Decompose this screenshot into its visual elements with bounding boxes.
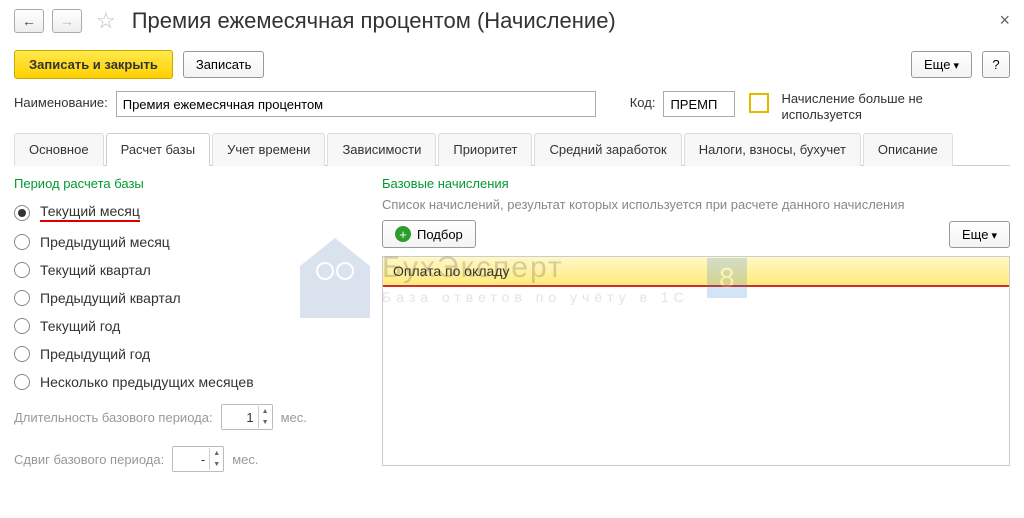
period-pane: Период расчета базы Текущий месяц Предыд…	[14, 176, 382, 480]
tab-main[interactable]: Основное	[14, 133, 104, 166]
duration-row: Длительность базового периода: ▲ ▼ мес.	[14, 396, 372, 438]
tab-base-calc[interactable]: Расчет базы	[106, 133, 211, 166]
toolbar: Записать и закрыть Записать Еще ?	[0, 36, 1024, 87]
radio-label: Текущий месяц	[40, 203, 140, 222]
radio-label: Предыдущий год	[40, 346, 150, 362]
stepper-arrows: ▲ ▼	[209, 448, 223, 470]
duration-stepper[interactable]: ▲ ▼	[221, 404, 273, 430]
radio-prev-year[interactable]: Предыдущий год	[14, 340, 372, 368]
tab-content: Период расчета базы Текущий месяц Предыд…	[0, 166, 1024, 480]
tab-desc[interactable]: Описание	[863, 133, 953, 166]
pick-button-label: Подбор	[417, 227, 463, 242]
radio-label: Предыдущий месяц	[40, 234, 170, 250]
close-icon[interactable]: ×	[999, 10, 1010, 31]
radio-icon	[14, 318, 30, 334]
plus-icon: +	[395, 226, 411, 242]
tab-taxes[interactable]: Налоги, взносы, бухучет	[684, 133, 861, 166]
shift-label: Сдвиг базового периода:	[14, 452, 164, 467]
chevron-up-icon[interactable]: ▲	[259, 406, 272, 417]
radio-current-quarter[interactable]: Текущий квартал	[14, 256, 372, 284]
not-used-checkbox[interactable]	[749, 93, 769, 113]
base-more-button[interactable]: Еще	[949, 221, 1010, 248]
base-toolbar: + Подбор Еще	[382, 220, 1010, 248]
base-pane: Базовые начисления Список начислений, ре…	[382, 176, 1010, 480]
tab-time[interactable]: Учет времени	[212, 133, 325, 166]
chevron-down-icon[interactable]: ▼	[259, 417, 272, 428]
shift-unit: мес.	[232, 452, 258, 467]
help-button[interactable]: ?	[982, 51, 1010, 78]
radio-current-year[interactable]: Текущий год	[14, 312, 372, 340]
stepper-arrows: ▲ ▼	[258, 406, 272, 428]
radio-icon	[14, 234, 30, 250]
duration-unit: мес.	[281, 410, 307, 425]
name-label: Наименование:	[14, 91, 108, 110]
name-input[interactable]	[116, 91, 596, 117]
period-title: Период расчета базы	[14, 176, 372, 191]
more-button[interactable]: Еще	[911, 51, 972, 78]
chevron-up-icon[interactable]: ▲	[210, 448, 223, 459]
list-item[interactable]: Оплата по окладу	[383, 257, 1009, 287]
tabs: Основное Расчет базы Учет времени Зависи…	[14, 132, 1010, 166]
radio-icon	[14, 290, 30, 306]
radio-icon	[14, 374, 30, 390]
nav-back-button[interactable]: ←	[14, 9, 44, 33]
radio-label: Текущий квартал	[40, 262, 151, 278]
duration-input[interactable]	[222, 405, 258, 429]
save-button[interactable]: Записать	[183, 51, 265, 78]
radio-label: Несколько предыдущих месяцев	[40, 374, 254, 390]
shift-input[interactable]	[173, 447, 209, 471]
radio-prev-month[interactable]: Предыдущий месяц	[14, 228, 372, 256]
code-input[interactable]	[663, 91, 735, 117]
tab-priority[interactable]: Приоритет	[438, 133, 532, 166]
base-hint: Список начислений, результат которых исп…	[382, 197, 1010, 212]
tab-deps[interactable]: Зависимости	[327, 133, 436, 166]
pick-button[interactable]: + Подбор	[382, 220, 476, 248]
radio-several-months[interactable]: Несколько предыдущих месяцев	[14, 368, 372, 396]
chevron-down-icon[interactable]: ▼	[210, 459, 223, 470]
favorite-star-icon[interactable]: ☆	[96, 8, 116, 34]
shift-row: Сдвиг базового периода: ▲ ▼ мес.	[14, 438, 372, 480]
radio-icon	[14, 262, 30, 278]
radio-icon	[14, 205, 30, 221]
radio-current-month[interactable]: Текущий месяц	[14, 197, 372, 228]
radio-label: Текущий год	[40, 318, 120, 334]
base-title: Базовые начисления	[382, 176, 1010, 191]
tab-avg-earn[interactable]: Средний заработок	[534, 133, 681, 166]
save-and-close-button[interactable]: Записать и закрыть	[14, 50, 173, 79]
shift-stepper[interactable]: ▲ ▼	[172, 446, 224, 472]
titlebar: ← → ☆ Премия ежемесячная процентом (Начи…	[0, 0, 1024, 36]
base-list[interactable]: Оплата по окладу	[382, 256, 1010, 466]
code-label: Код:	[630, 91, 656, 110]
not-used-label: Начисление больше не используется	[781, 91, 941, 122]
radio-label: Предыдущий квартал	[40, 290, 181, 306]
nav-forward-button[interactable]: →	[52, 9, 82, 33]
window-title: Премия ежемесячная процентом (Начисление…	[132, 8, 616, 34]
header-form-row: Наименование: Код: Начисление больше не …	[0, 87, 1024, 132]
duration-label: Длительность базового периода:	[14, 410, 213, 425]
radio-icon	[14, 346, 30, 362]
radio-prev-quarter[interactable]: Предыдущий квартал	[14, 284, 372, 312]
